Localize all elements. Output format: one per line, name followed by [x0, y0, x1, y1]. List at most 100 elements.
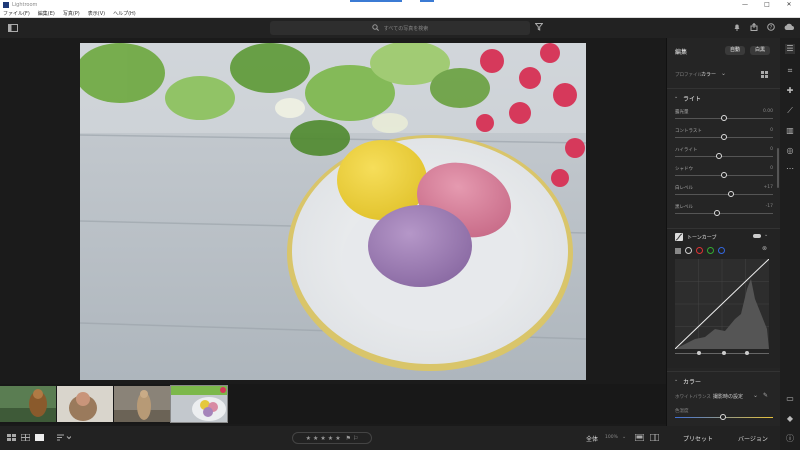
flag-icon[interactable]: ⚑ — [346, 435, 351, 442]
profile-value[interactable]: カラー — [701, 71, 716, 78]
white-balance-value[interactable]: 撮影時の設定 — [713, 393, 743, 400]
channel-green[interactable] — [707, 247, 714, 254]
brush-icon[interactable]: ⟋ — [785, 106, 795, 116]
star-icon[interactable]: ★ — [313, 435, 318, 442]
thumbnail-monkey-1[interactable] — [0, 386, 56, 422]
before-after-icon[interactable] — [649, 433, 660, 443]
minimize-button[interactable]: — — [734, 0, 756, 9]
slider-knob[interactable] — [713, 210, 720, 216]
slider-label: 黒レベル — [675, 205, 693, 210]
top-toolbar: すべての写真を検索 ? — [0, 18, 800, 38]
white-balance-chevron-icon[interactable]: ⌄ — [753, 392, 758, 399]
temperature-knob[interactable] — [720, 414, 726, 420]
search-bar[interactable]: すべての写真を検索 — [270, 21, 530, 35]
presets-button[interactable]: プリセット — [683, 434, 713, 443]
zoom-chevron-icon[interactable]: ⌄ — [622, 434, 626, 440]
tone-curve-icon[interactable] — [675, 233, 683, 241]
bottom-toolbar: ★ ★ ★ ★ ★ ⚑ ⚐ 全体 100% ⌄ プリセット バージョン — [0, 426, 800, 450]
filter-icon[interactable] — [534, 23, 544, 33]
slider-knob[interactable] — [721, 115, 727, 121]
more-icon[interactable]: ⋯ — [785, 164, 795, 174]
star-icon[interactable]: ★ — [335, 435, 340, 442]
color-section: ⌄ カラー ホワイトバランス 撮影時の設定 ⌄ ✎ 色温度 — [667, 371, 781, 426]
notifications-icon[interactable] — [732, 23, 742, 33]
main-photo[interactable] — [80, 43, 586, 380]
slider-knob[interactable] — [716, 153, 723, 159]
slider-knob[interactable] — [721, 172, 727, 178]
star-icon[interactable]: ★ — [320, 435, 325, 442]
auto-button[interactable]: 自動 — [725, 46, 745, 55]
help-icon[interactable]: ? — [766, 23, 776, 33]
light-slider[interactable]: 露光量 0.00 — [675, 109, 773, 123]
detail-view-icon[interactable] — [35, 434, 44, 443]
fit-label[interactable]: 全体 — [586, 434, 598, 443]
light-slider[interactable]: 白レベル +17 — [675, 185, 773, 199]
curve-range-handle[interactable] — [722, 351, 726, 355]
channel-blue[interactable] — [718, 247, 725, 254]
square-grid-icon[interactable] — [20, 433, 31, 443]
info-icon[interactable]: ⓘ — [785, 434, 795, 444]
slider-knob[interactable] — [728, 191, 735, 197]
light-slider[interactable]: コントラスト 0 — [675, 128, 773, 142]
slider-knob[interactable] — [721, 134, 727, 140]
slider-value[interactable]: 0 — [770, 147, 773, 152]
slider-value[interactable]: 0.00 — [763, 109, 773, 114]
share-icon[interactable] — [749, 22, 759, 33]
channel-rgb[interactable] — [685, 247, 692, 254]
comment-icon[interactable]: ▭ — [785, 394, 795, 404]
light-slider[interactable]: 黒レベル -17 — [675, 204, 773, 218]
target-adjust-icon[interactable]: ⊗ — [762, 245, 767, 252]
curve-channel-selector — [675, 247, 725, 254]
menu-file[interactable]: ファイル(F) — [3, 10, 30, 17]
menu-edit[interactable]: 編集(E) — [38, 10, 55, 17]
profile-chevron-icon[interactable]: ⌄ — [721, 70, 726, 77]
crop-icon[interactable]: ⌗ — [785, 66, 795, 76]
light-slider[interactable]: ハイライト 0 — [675, 147, 773, 161]
sidebar-toggle-icon[interactable] — [8, 23, 18, 33]
light-chevron-icon[interactable]: ⌄ — [674, 94, 678, 100]
slider-value[interactable]: 0 — [770, 166, 773, 171]
tag-icon[interactable]: ◆ — [785, 414, 795, 424]
menu-help[interactable]: ヘルプ(H) — [113, 10, 136, 17]
gradient-icon[interactable]: ▥ — [785, 126, 795, 136]
menu-photo[interactable]: 写真(P) — [63, 10, 80, 17]
grid-view-icon[interactable] — [7, 434, 16, 443]
star-icon[interactable]: ★ — [306, 435, 311, 442]
tone-curve-graph[interactable] — [674, 258, 770, 350]
sort-icon[interactable] — [57, 434, 72, 443]
thumbnail-sweets[interactable] — [170, 385, 228, 423]
radial-icon[interactable]: ◎ — [785, 146, 795, 156]
slider-value[interactable]: 0 — [770, 128, 773, 133]
rating-stars[interactable]: ★ ★ ★ ★ ★ ⚑ ⚐ — [292, 432, 372, 444]
parametric-curve-icon[interactable] — [675, 247, 681, 254]
eyedropper-icon[interactable]: ✎ — [763, 392, 768, 399]
edit-panel: 編集 自動 白黒 プロファイル カラー ⌄ ⌄ ライト 露光量 0.00 コントラス… — [666, 38, 781, 426]
thumbnail-meerkat[interactable] — [114, 386, 170, 422]
healing-icon[interactable]: ✚ — [785, 86, 795, 96]
compare-icon[interactable] — [634, 433, 645, 443]
curve-range-handle[interactable] — [745, 351, 749, 355]
menu-view[interactable]: 表示(V) — [88, 10, 105, 17]
close-button[interactable]: ✕ — [778, 0, 800, 9]
versions-button[interactable]: バージョン — [738, 434, 768, 443]
thumbnail-monkey-2[interactable] — [57, 386, 113, 422]
slider-value[interactable]: -17 — [766, 204, 773, 209]
light-section-title[interactable]: ライト — [683, 94, 701, 103]
profile-browser-icon[interactable] — [761, 71, 768, 80]
tone-curve-chevron-icon[interactable]: ⌄ — [764, 232, 768, 238]
slider-value[interactable]: +17 — [764, 185, 774, 190]
channel-red[interactable] — [696, 247, 703, 254]
reject-flag-icon[interactable]: ⚐ — [353, 435, 358, 442]
light-slider[interactable]: シャドウ 0 — [675, 166, 773, 180]
tone-curve-toggle[interactable] — [753, 234, 761, 238]
color-section-title[interactable]: カラー — [683, 377, 701, 386]
curve-range-handle[interactable] — [697, 351, 701, 355]
star-icon[interactable]: ★ — [328, 435, 333, 442]
cloud-sync-icon[interactable] — [784, 23, 794, 33]
panel-scrollbar[interactable] — [777, 148, 779, 188]
edit-sliders-icon[interactable]: ☰ — [785, 44, 795, 54]
color-chevron-icon[interactable]: ⌄ — [674, 377, 678, 383]
bw-button[interactable]: 白黒 — [750, 46, 770, 55]
zoom-level[interactable]: 100% — [605, 435, 618, 440]
maximize-button[interactable]: □ — [756, 0, 778, 9]
